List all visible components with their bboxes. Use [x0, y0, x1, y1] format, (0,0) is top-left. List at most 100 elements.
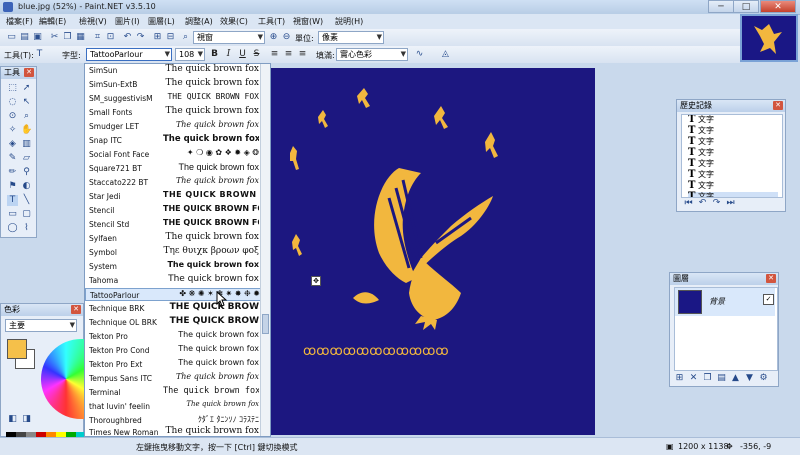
- history-item[interactable]: T 文字: [688, 170, 778, 180]
- text-tool-icon[interactable]: T: [7, 195, 18, 206]
- add-layer-icon[interactable]: ⊞: [674, 373, 685, 384]
- underline-button[interactable]: U: [236, 48, 249, 61]
- magic-wand-icon[interactable]: ✧: [7, 125, 18, 136]
- gradient-tool-icon[interactable]: ▥: [21, 139, 32, 150]
- layer-visibility-checkbox[interactable]: ✓: [763, 294, 774, 305]
- undo-icon[interactable]: ↶: [122, 32, 133, 43]
- menu-help[interactable]: 說明(H): [335, 16, 363, 27]
- font-item[interactable]: StencilTHE QUICK BROWN FOX: [85, 204, 261, 217]
- layer-row[interactable]: 背景 ✓: [675, 288, 775, 316]
- zoom-select[interactable]: 視窗 ▼: [193, 31, 265, 44]
- font-item[interactable]: Tekton Pro Cond The quick brown fox: [85, 344, 261, 357]
- move-layer-down-icon[interactable]: ▼: [744, 373, 755, 384]
- history-item[interactable]: T 文字: [688, 181, 778, 191]
- ruler-icon[interactable]: ⊟: [165, 32, 176, 43]
- history-item[interactable]: T 文字: [688, 137, 778, 147]
- eraser-icon[interactable]: ▱: [21, 153, 32, 164]
- undo-icon[interactable]: ↶: [697, 198, 708, 209]
- move-tool-icon[interactable]: ➚: [21, 83, 32, 94]
- palette-menu-icon[interactable]: ◨: [21, 414, 32, 425]
- font-item[interactable]: Technique OL BRK THE QUICK BROW: [85, 316, 261, 329]
- rounded-rect-icon[interactable]: ▢: [21, 209, 32, 220]
- zoom-icon[interactable]: ⌕: [180, 32, 191, 43]
- font-item[interactable]: Stencil StdTHE QUICK BROWN FOX: [85, 218, 261, 231]
- primary-color-swatch[interactable]: [7, 339, 27, 359]
- bold-button[interactable]: B: [208, 48, 221, 61]
- units-select[interactable]: 像素 ▼: [318, 31, 384, 44]
- duplicate-layer-icon[interactable]: ❐: [702, 373, 713, 384]
- rect-select-tool-icon[interactable]: ⬚: [7, 83, 18, 94]
- history-close-icon[interactable]: ✕: [773, 101, 783, 110]
- font-item[interactable]: Sylfaen The quick brown fox: [85, 232, 261, 245]
- align-left-icon[interactable]: ≡: [268, 48, 281, 61]
- font-item[interactable]: SM_suggestivisM THE QUICK BROWN FOX: [85, 92, 261, 105]
- layer-properties-icon[interactable]: ⚙: [758, 373, 769, 384]
- font-item[interactable]: Social Font Face ✦ ❍ ◉ ✿ ❖ ✹ ◈ ❂: [85, 148, 261, 161]
- pan-tool-icon[interactable]: ✋: [21, 125, 32, 136]
- strikethrough-button[interactable]: S: [250, 48, 263, 61]
- move-selection-icon[interactable]: ↖: [21, 97, 32, 108]
- color-mode-select[interactable]: 主要 ▼: [5, 319, 77, 332]
- crop-icon[interactable]: ⌗: [92, 32, 103, 43]
- menu-window[interactable]: 視窗(W): [293, 16, 323, 27]
- menu-layers[interactable]: 圖層(L): [148, 16, 175, 27]
- font-item[interactable]: Snap ITC The quick brown fox: [85, 134, 261, 147]
- redo-icon[interactable]: ↷: [711, 198, 722, 209]
- font-item[interactable]: Tahoma The quick brown fox: [85, 274, 261, 287]
- font-item[interactable]: Tempus Sans ITC The quick brown fox: [85, 372, 261, 385]
- freeform-shape-icon[interactable]: ⌇: [21, 223, 32, 234]
- menu-tools[interactable]: 工具(T): [258, 16, 285, 27]
- align-center-icon[interactable]: ≡: [282, 48, 295, 61]
- font-item[interactable]: Symbol Τηε θυιχκ βροων φοξ: [85, 246, 261, 259]
- ellipse-tool-icon[interactable]: ◯: [7, 223, 18, 234]
- history-item[interactable]: T 文字: [688, 126, 778, 136]
- move-layer-up-icon[interactable]: ▲: [730, 373, 741, 384]
- history-item[interactable]: T 文字: [688, 159, 778, 169]
- font-item-selected[interactable]: TattooParlour ✤ ❋ ✺ ✶ ❃ ✷ ✸ ❉ ✹: [85, 288, 261, 301]
- paste-icon[interactable]: ▦: [75, 32, 86, 43]
- save-icon[interactable]: ▣: [32, 32, 43, 43]
- align-right-icon[interactable]: ≡: [296, 48, 309, 61]
- line-tool-icon[interactable]: ╲: [21, 195, 32, 206]
- colors-close-icon[interactable]: ✕: [71, 305, 81, 314]
- font-item[interactable]: Tekton Pro The quick brown fox: [85, 330, 261, 343]
- paint-bucket-icon[interactable]: ◈: [7, 139, 18, 150]
- lasso-tool-icon[interactable]: ◌: [7, 97, 18, 108]
- fill-select[interactable]: 實心色彩 ▼: [336, 48, 408, 61]
- font-list-scrollbar[interactable]: [260, 64, 270, 436]
- paintbrush-icon[interactable]: ✎: [7, 153, 18, 164]
- menu-edit[interactable]: 編輯(E): [39, 16, 66, 27]
- history-list[interactable]: T 文字 T 文字 T 文字 T 文字 T 文字 T 文字 T 文字 T 文字: [681, 114, 783, 198]
- tools-close-icon[interactable]: ✕: [24, 68, 34, 77]
- scrollbar-thumb[interactable]: [262, 314, 269, 334]
- maximize-button[interactable]: □: [733, 0, 759, 13]
- history-last-icon[interactable]: ⏭: [725, 198, 736, 209]
- antialias-icon[interactable]: ∿: [414, 49, 425, 60]
- delete-layer-icon[interactable]: ✕: [688, 373, 699, 384]
- font-item[interactable]: that luvin' feelin The quick brown fox: [85, 400, 261, 413]
- add-palette-icon[interactable]: ◧: [7, 414, 18, 425]
- layers-close-icon[interactable]: ✕: [766, 274, 776, 283]
- menu-adjustments[interactable]: 調整(A): [185, 16, 213, 27]
- font-dropdown-list[interactable]: SimSun The quick brown fox SimSun-ExtB The…: [84, 63, 271, 437]
- move-handle-icon[interactable]: ✥: [311, 276, 321, 286]
- font-item[interactable]: Small Fonts The quick brown fox: [85, 106, 261, 119]
- font-item[interactable]: Square721 BT The quick brown fox: [85, 162, 261, 175]
- font-item[interactable]: Smudger LET The quick brown fox: [85, 120, 261, 133]
- font-item[interactable]: Tekton Pro Ext The quick brown fox: [85, 358, 261, 371]
- history-first-icon[interactable]: ⏮: [683, 198, 694, 209]
- font-item[interactable]: SimSun-ExtB The quick brown fox: [85, 78, 261, 91]
- close-button[interactable]: ✕: [760, 0, 796, 13]
- recolor-icon[interactable]: ◐: [21, 181, 32, 192]
- copy-icon[interactable]: ❐: [62, 32, 73, 43]
- history-item[interactable]: T 文字: [688, 148, 778, 158]
- italic-button[interactable]: I: [222, 48, 235, 61]
- font-item[interactable]: SimSun The quick brown fox: [85, 64, 261, 77]
- menu-effects[interactable]: 效果(C): [220, 16, 248, 27]
- font-item[interactable]: Star JediTHE QUICK BROWN FOX: [85, 190, 261, 203]
- font-item[interactable]: System The quick brown fox: [85, 260, 261, 273]
- zoom-in-icon[interactable]: ⊕: [268, 32, 279, 43]
- color-picker-icon[interactable]: ⚲: [21, 167, 32, 178]
- redo-icon[interactable]: ↷: [135, 32, 146, 43]
- minimize-button[interactable]: ─: [708, 0, 734, 13]
